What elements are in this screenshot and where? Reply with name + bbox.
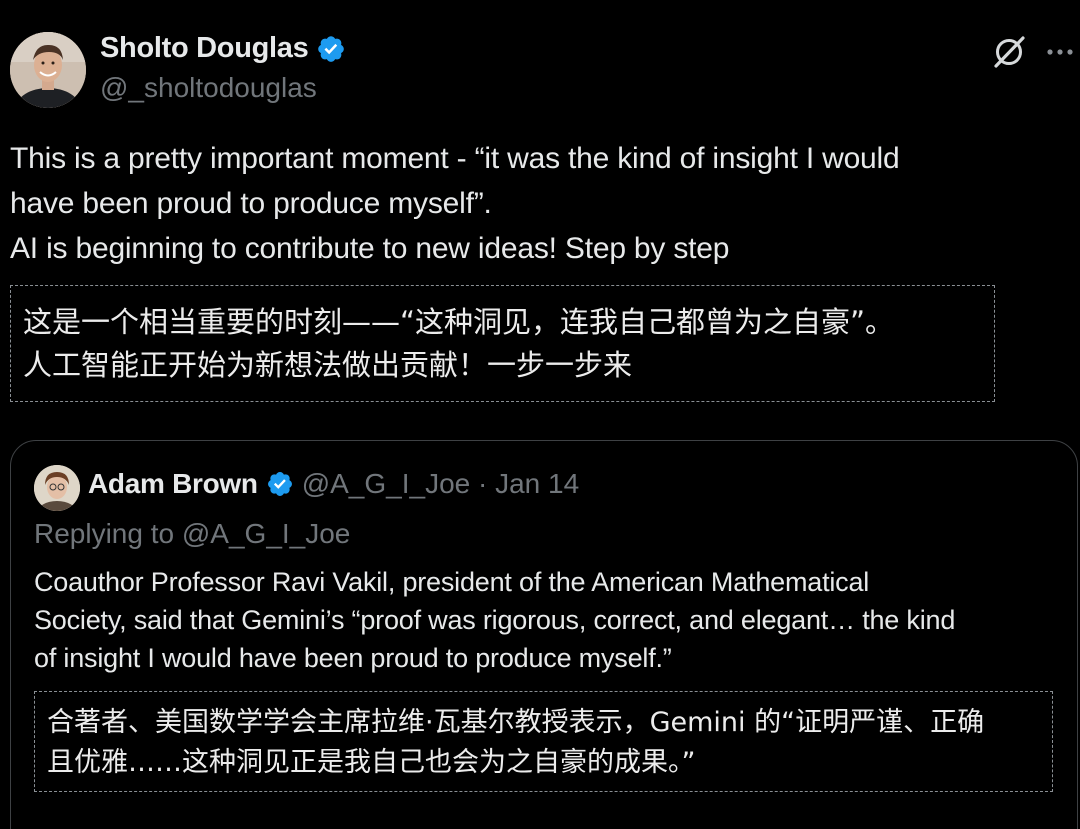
verified-badge-icon <box>318 35 345 62</box>
more-options-icon[interactable] <box>1044 40 1076 64</box>
quoted-text-line: of insight I would have been proud to pr… <box>34 643 672 673</box>
quoted-author-name[interactable]: Adam Brown <box>88 468 258 500</box>
verified-badge-icon <box>267 472 292 496</box>
translation-line: 且优雅……这种洞见正是我自己也会为之自豪的成果。” <box>47 747 696 778</box>
quoted-post-meta[interactable]: @A_G_I_Joe · Jan 14 <box>302 468 579 500</box>
author-name-text[interactable]: Sholto Douglas <box>100 32 309 65</box>
post-text-line: have been proud to produce myself”. <box>10 187 492 220</box>
translation-line: 人工智能正开始为新想法做出贡献！一步一步来 <box>23 348 633 382</box>
post-text-line: This is a pretty important moment - “it … <box>10 142 900 175</box>
quoted-avatar-photo <box>34 465 80 511</box>
quoted-text-line: Society, said that Gemini’s “proof was r… <box>34 605 956 635</box>
post-translation-box: 这是一个相当重要的时刻——“这种洞见，连我自己都曾为之自豪”。 人工智能正开始为… <box>10 285 995 402</box>
quoted-translation-box: 合著者、美国数学学会主席拉维·瓦基尔教授表示，Gemini 的“证明严谨、正确 … <box>34 691 1053 792</box>
translation-line: 合著者、美国数学学会主席拉维·瓦基尔教授表示，Gemini 的“证明严谨、正确 <box>47 707 985 738</box>
quoted-text-line: Coauthor Professor Ravi Vakil, president… <box>34 567 870 597</box>
grok-icon[interactable] <box>990 33 1028 71</box>
author-name[interactable]: Sholto Douglas <box>100 32 346 65</box>
post-text-line: AI is beginning to contribute to new ide… <box>10 232 730 265</box>
quoted-post-text: Coauthor Professor Ravi Vakil, president… <box>34 563 1064 677</box>
post-text: This is a pretty important moment - “it … <box>10 136 1070 271</box>
author-handle[interactable]: @_sholtodouglas <box>100 72 317 104</box>
translation-line: 这是一个相当重要的时刻——“这种洞见，连我自己都曾为之自豪”。 <box>23 305 895 339</box>
avatar[interactable] <box>10 32 86 108</box>
post-page: Sholto Douglas @_sholtodouglas This is a… <box>0 0 1080 829</box>
quoted-post-header: Adam Brown @A_G_I_Joe · Jan 14 <box>88 468 579 500</box>
replying-to-label[interactable]: Replying to @A_G_I_Joe <box>34 518 350 550</box>
avatar-photo <box>10 32 86 108</box>
quoted-author-avatar[interactable] <box>34 465 80 511</box>
